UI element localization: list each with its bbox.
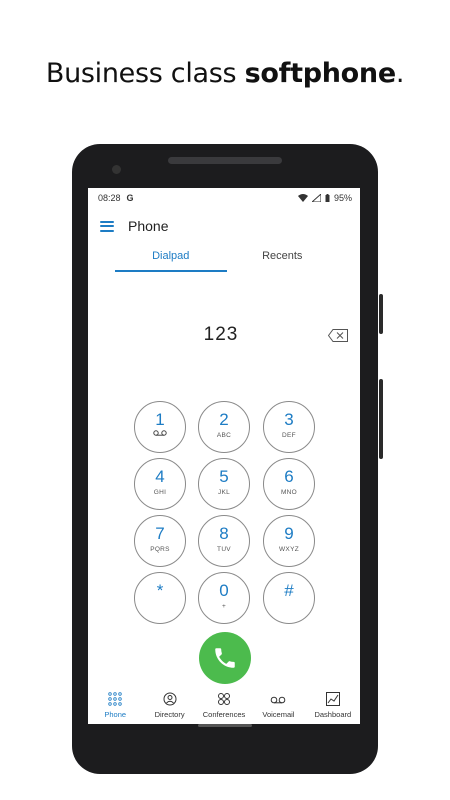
key-6[interactable]: 6 MNO bbox=[263, 458, 315, 510]
key-7[interactable]: 7 PQRS bbox=[134, 515, 186, 567]
key-2[interactable]: 2 ABC bbox=[198, 401, 250, 453]
dialed-number[interactable]: 123 bbox=[88, 324, 354, 346]
nav-label: Voicemail bbox=[262, 710, 295, 719]
key-digit: 8 bbox=[219, 524, 229, 543]
gesture-bar bbox=[198, 724, 252, 727]
headline-tail: . bbox=[395, 58, 405, 89]
key-letters: GHI bbox=[153, 489, 167, 496]
battery-icon bbox=[325, 194, 330, 202]
nav-label: Dashboard bbox=[314, 710, 352, 719]
nav-dashboard[interactable]: Dashboard bbox=[306, 688, 360, 724]
tab-recents[interactable]: Recents bbox=[227, 244, 339, 272]
power-button bbox=[379, 294, 383, 334]
tab-dialpad[interactable]: Dialpad bbox=[115, 244, 227, 272]
app-bar: Phone bbox=[88, 208, 360, 244]
key-letters: + bbox=[221, 603, 227, 610]
key-star[interactable]: * bbox=[134, 572, 186, 624]
headline: Business class softphone. bbox=[0, 58, 450, 89]
tab-bar: Dialpad Recents bbox=[88, 244, 360, 272]
key-digit: 1 bbox=[155, 410, 165, 429]
status-bar: 08:28 G 95% bbox=[88, 188, 360, 208]
wifi-icon bbox=[297, 194, 308, 202]
status-time: 08:28 bbox=[98, 193, 121, 203]
key-1[interactable]: 1 bbox=[134, 401, 186, 453]
chart-icon bbox=[306, 692, 360, 708]
nav-label: Phone bbox=[104, 710, 127, 719]
dialpad-grid-icon bbox=[88, 692, 142, 708]
key-digit: 7 bbox=[155, 524, 165, 543]
key-letters: MNO bbox=[280, 489, 298, 496]
voicemail-icon bbox=[135, 430, 185, 440]
nav-label: Conferences bbox=[202, 710, 246, 719]
key-digit: # bbox=[284, 581, 294, 600]
nav-directory[interactable]: Directory bbox=[142, 688, 196, 724]
key-digit: 3 bbox=[284, 410, 294, 429]
key-5[interactable]: 5 JKL bbox=[198, 458, 250, 510]
hamburger-menu-icon[interactable] bbox=[100, 220, 114, 232]
key-letters bbox=[135, 603, 185, 613]
dialed-number-row: 123 bbox=[88, 320, 360, 350]
key-3[interactable]: 3 DEF bbox=[263, 401, 315, 453]
nav-label: Directory bbox=[154, 710, 185, 719]
key-8[interactable]: 8 TUV bbox=[198, 515, 250, 567]
key-letters: PQRS bbox=[150, 546, 170, 553]
nav-phone[interactable]: Phone bbox=[88, 688, 142, 724]
volume-button bbox=[379, 379, 383, 459]
phone-icon bbox=[215, 648, 235, 668]
key-4[interactable]: 4 GHI bbox=[134, 458, 186, 510]
app-screen: 08:28 G 95% Phone Dialpad Recents 123 1 … bbox=[88, 188, 360, 724]
key-letters: DEF bbox=[282, 432, 296, 439]
key-letters bbox=[264, 603, 314, 613]
headline-text: Business class bbox=[45, 58, 245, 89]
camera-icon bbox=[112, 165, 121, 174]
key-digit: 4 bbox=[155, 467, 165, 486]
headline-bold: softphone bbox=[244, 58, 397, 89]
backspace-icon[interactable] bbox=[327, 329, 348, 342]
key-hash[interactable]: # bbox=[263, 572, 315, 624]
key-letters: ABC bbox=[216, 432, 232, 439]
google-icon: G bbox=[126, 193, 134, 203]
speaker-grille bbox=[168, 157, 282, 164]
key-letters: WXYZ bbox=[279, 546, 299, 553]
nav-voicemail[interactable]: Voicemail bbox=[251, 688, 305, 724]
key-digit: 2 bbox=[219, 410, 229, 429]
call-button[interactable] bbox=[199, 632, 251, 684]
key-digit: 0 bbox=[219, 581, 229, 600]
nav-conferences[interactable]: Conferences bbox=[197, 688, 251, 724]
bottom-navigation: Phone Directory Conferences Voicemail Da… bbox=[88, 688, 360, 724]
key-digit: 5 bbox=[219, 467, 229, 486]
key-0[interactable]: 0 + bbox=[198, 572, 250, 624]
key-9[interactable]: 9 WXYZ bbox=[263, 515, 315, 567]
signal-icon bbox=[311, 194, 321, 202]
key-digit: 6 bbox=[284, 467, 294, 486]
battery-percent: 95% bbox=[333, 193, 352, 203]
key-digit: * bbox=[156, 581, 164, 600]
key-letters: JKL bbox=[217, 489, 231, 496]
voicemail-icon bbox=[251, 692, 305, 708]
group-icon bbox=[197, 692, 251, 708]
key-digit: 9 bbox=[284, 524, 294, 543]
key-letters: TUV bbox=[217, 546, 231, 553]
page-title: Phone bbox=[128, 218, 169, 234]
contact-icon bbox=[142, 692, 196, 708]
